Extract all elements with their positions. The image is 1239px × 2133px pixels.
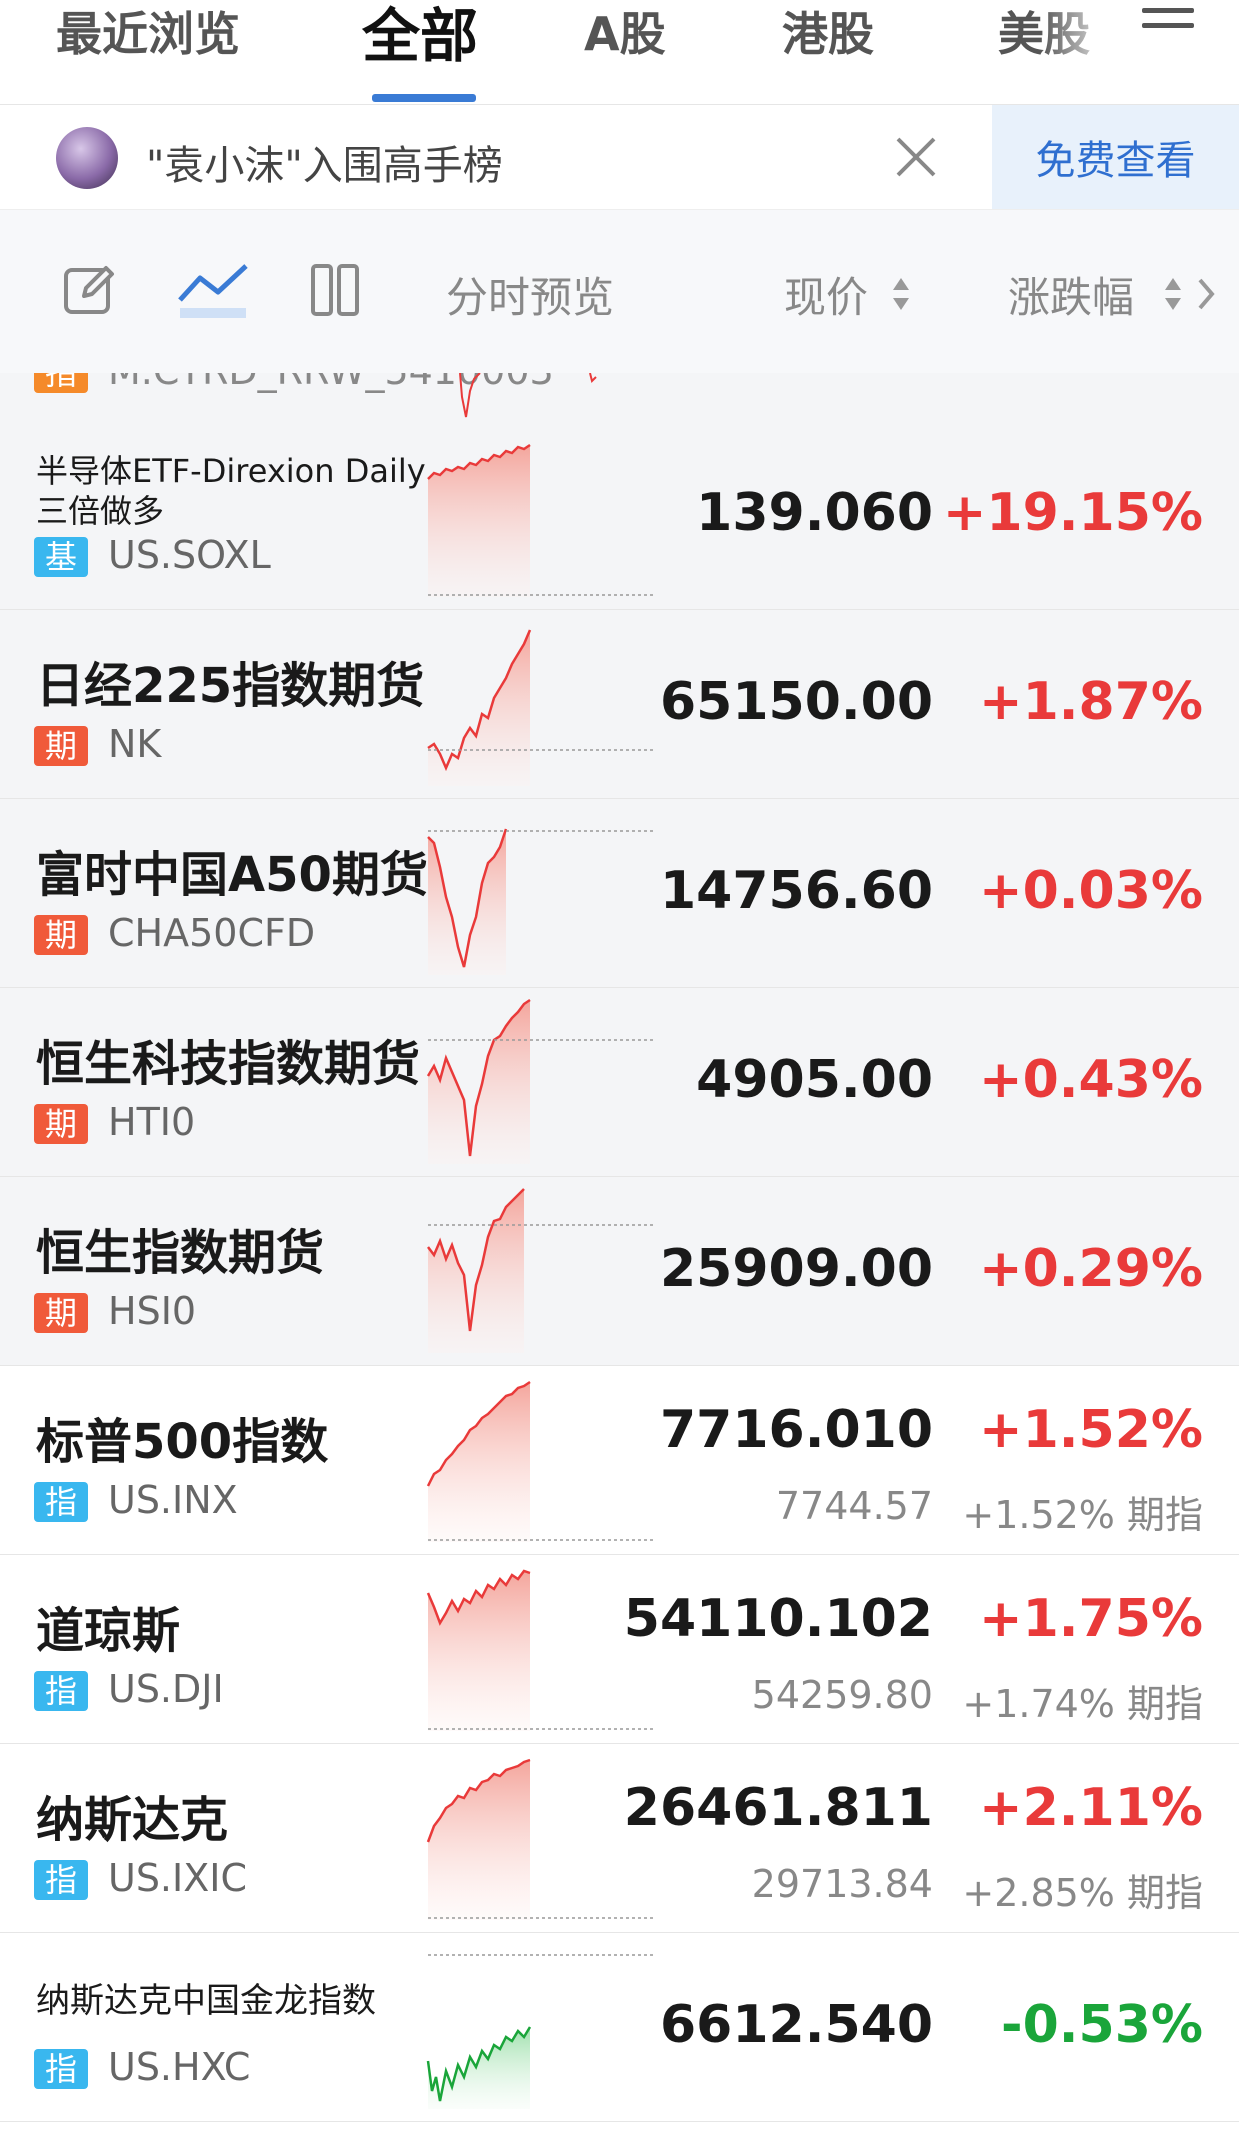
mini-chart [427, 828, 656, 975]
mini-chart [426, 1954, 656, 2109]
stock-code: US.HXC [108, 2045, 251, 2089]
stock-name: 纳斯达克中国金龙指数 [36, 1981, 376, 2021]
market-tabs: 最近浏览 全部 A股 港股 美股 [0, 0, 1239, 105]
stock-code: CHA50CFD [108, 911, 316, 955]
category-badge: 指 [34, 1860, 88, 1900]
mini-chart [426, 1380, 656, 1542]
quote-list: 指 M.CYRD_RRW_5410003 半导体ETF-Direxion Dai… [0, 373, 1239, 2133]
mini-chart [427, 629, 656, 786]
stock-code: NK [108, 722, 162, 766]
current-price: 26461.811 [623, 1778, 933, 1838]
current-price: 25909.00 [659, 1239, 933, 1299]
tab-recent[interactable]: 最近浏览 [56, 4, 240, 64]
stock-code: HTI0 [108, 1100, 196, 1144]
change-percent: +1.52% [979, 1400, 1203, 1460]
futures-change: +1.52% 期指 [962, 1493, 1203, 1537]
change-percent: +1.75% [979, 1589, 1203, 1649]
stock-name: 道琼斯 [36, 1603, 181, 1659]
change-percent: -0.53% [1001, 1995, 1203, 2055]
current-price: 54110.102 [623, 1589, 933, 1649]
current-price: 139.060 [696, 483, 933, 543]
active-tab-indicator [372, 94, 476, 102]
list-item[interactable]: 半导体ETF-Direxion Daily 三倍做多 基 US.SOXL 139… [0, 421, 1239, 610]
category-badge: 指 [34, 373, 88, 393]
category-badge: 期 [34, 1293, 88, 1333]
futures-change: +1.74% 期指 [962, 1682, 1203, 1726]
stock-code: HSI0 [108, 1289, 197, 1333]
category-badge: 期 [34, 726, 88, 766]
stock-name: 恒生科技指数期货 [36, 1036, 421, 1092]
avatar [56, 127, 118, 189]
futures-change: +2.85% 期指 [962, 1871, 1203, 1915]
category-badge: 期 [34, 1104, 88, 1144]
current-price: 7716.010 [659, 1400, 933, 1460]
change-percent: +0.29% [979, 1239, 1203, 1299]
list-item[interactable]: 富时中国A50期货 期 CHA50CFD 14756.60 +0.03% [0, 799, 1239, 988]
price-sort-label[interactable]: 现价 [784, 264, 868, 325]
stock-name: 标普500指数 [36, 1414, 329, 1470]
close-icon[interactable] [892, 133, 940, 181]
stock-code: US.SOXL [108, 533, 271, 577]
list-item[interactable]: 纳斯达克中国金龙指数 指 US.HXC 6612.540 -0.53% [0, 1933, 1239, 2122]
category-badge: 指 [34, 1482, 88, 1522]
tab-a-shares[interactable]: A股 [584, 4, 666, 64]
list-item[interactable]: 标普500指数 指 US.INX 7716.010 +1.52% 7744.57… [0, 1366, 1239, 1555]
sort-icon[interactable] [892, 274, 910, 314]
stock-name-line: 半导体ETF-Direxion Daily [36, 452, 426, 490]
tab-fade [1040, 0, 1140, 100]
edit-icon[interactable] [62, 262, 118, 318]
change-sort-label[interactable]: 涨跌幅 [1008, 264, 1134, 325]
mini-chart [426, 998, 656, 1164]
stock-name-line: 三倍做多 [36, 492, 165, 530]
notice-banner: "袁小沫"入围高手榜 免费查看 [0, 105, 1239, 210]
list-item[interactable]: 道琼斯 指 US.DJI 54110.102 +1.75% 54259.80 +… [0, 1555, 1239, 1744]
change-percent: +1.87% [979, 672, 1203, 732]
stock-name: 恒生指数期货 [36, 1225, 325, 1281]
list-item[interactable]: 恒生科技指数期货 期 HTI0 4905.00 +0.43% [0, 988, 1239, 1177]
stock-code: US.DJI [108, 1667, 224, 1711]
list-item[interactable]: 恒生指数期货 期 HSI0 25909.00 +0.29% [0, 1177, 1239, 1366]
futures-price: 7744.57 [775, 1484, 933, 1528]
stock-code: US.INX [108, 1478, 238, 1522]
category-badge: 指 [34, 2049, 88, 2089]
category-badge: 期 [34, 915, 88, 955]
mini-chart [427, 443, 656, 597]
stock-name: 日经225指数期货 [36, 658, 425, 714]
current-price: 6612.540 [659, 1995, 933, 2055]
current-price: 4905.00 [696, 1050, 933, 1110]
free-view-button[interactable]: 免费查看 [992, 105, 1239, 209]
change-percent: +0.43% [979, 1050, 1203, 1110]
time-preview-label[interactable]: 分时预览 [446, 264, 614, 325]
change-percent: +0.03% [979, 861, 1203, 921]
trend-line-icon[interactable] [176, 260, 250, 322]
list-item[interactable]: 日经225指数期货 期 NK 65150.00 +1.87% [0, 610, 1239, 799]
futures-price: 29713.84 [751, 1862, 933, 1906]
category-badge: 指 [34, 1671, 88, 1711]
tab-all[interactable]: 全部 [362, 0, 478, 72]
change-percent: +2.11% [979, 1778, 1203, 1838]
sort-icon[interactable] [1164, 274, 1182, 314]
notice-text[interactable]: "袁小沫"入围高手榜 [146, 133, 503, 191]
columns-icon[interactable] [310, 262, 360, 318]
stock-code: US.IXIC [108, 1856, 247, 1900]
tab-hk-shares[interactable]: 港股 [782, 4, 874, 64]
stock-name: 富时中国A50期货 [36, 847, 428, 903]
stock-name: 纳斯达克 [36, 1792, 229, 1848]
current-price: 65150.00 [659, 672, 933, 732]
list-toolbar: 分时预览 现价 涨跌幅 [0, 210, 1239, 373]
current-price: 14756.60 [659, 861, 933, 921]
chevron-right-icon[interactable] [1196, 274, 1216, 314]
stock-name: 半导体ETF-Direxion Daily 三倍做多 [36, 451, 426, 531]
mini-chart [459, 373, 597, 418]
futures-price: 54259.80 [751, 1673, 933, 1717]
list-item[interactable]: 指 M.CYRD_RRW_5410003 [0, 373, 1239, 422]
category-badge: 基 [34, 537, 88, 577]
change-percent: +19.15% [942, 483, 1203, 543]
menu-icon[interactable] [1142, 8, 1194, 44]
mini-chart [427, 1188, 656, 1353]
list-item[interactable]: 纳斯达克 指 US.IXIC 26461.811 +2.11% 29713.84… [0, 1744, 1239, 1933]
